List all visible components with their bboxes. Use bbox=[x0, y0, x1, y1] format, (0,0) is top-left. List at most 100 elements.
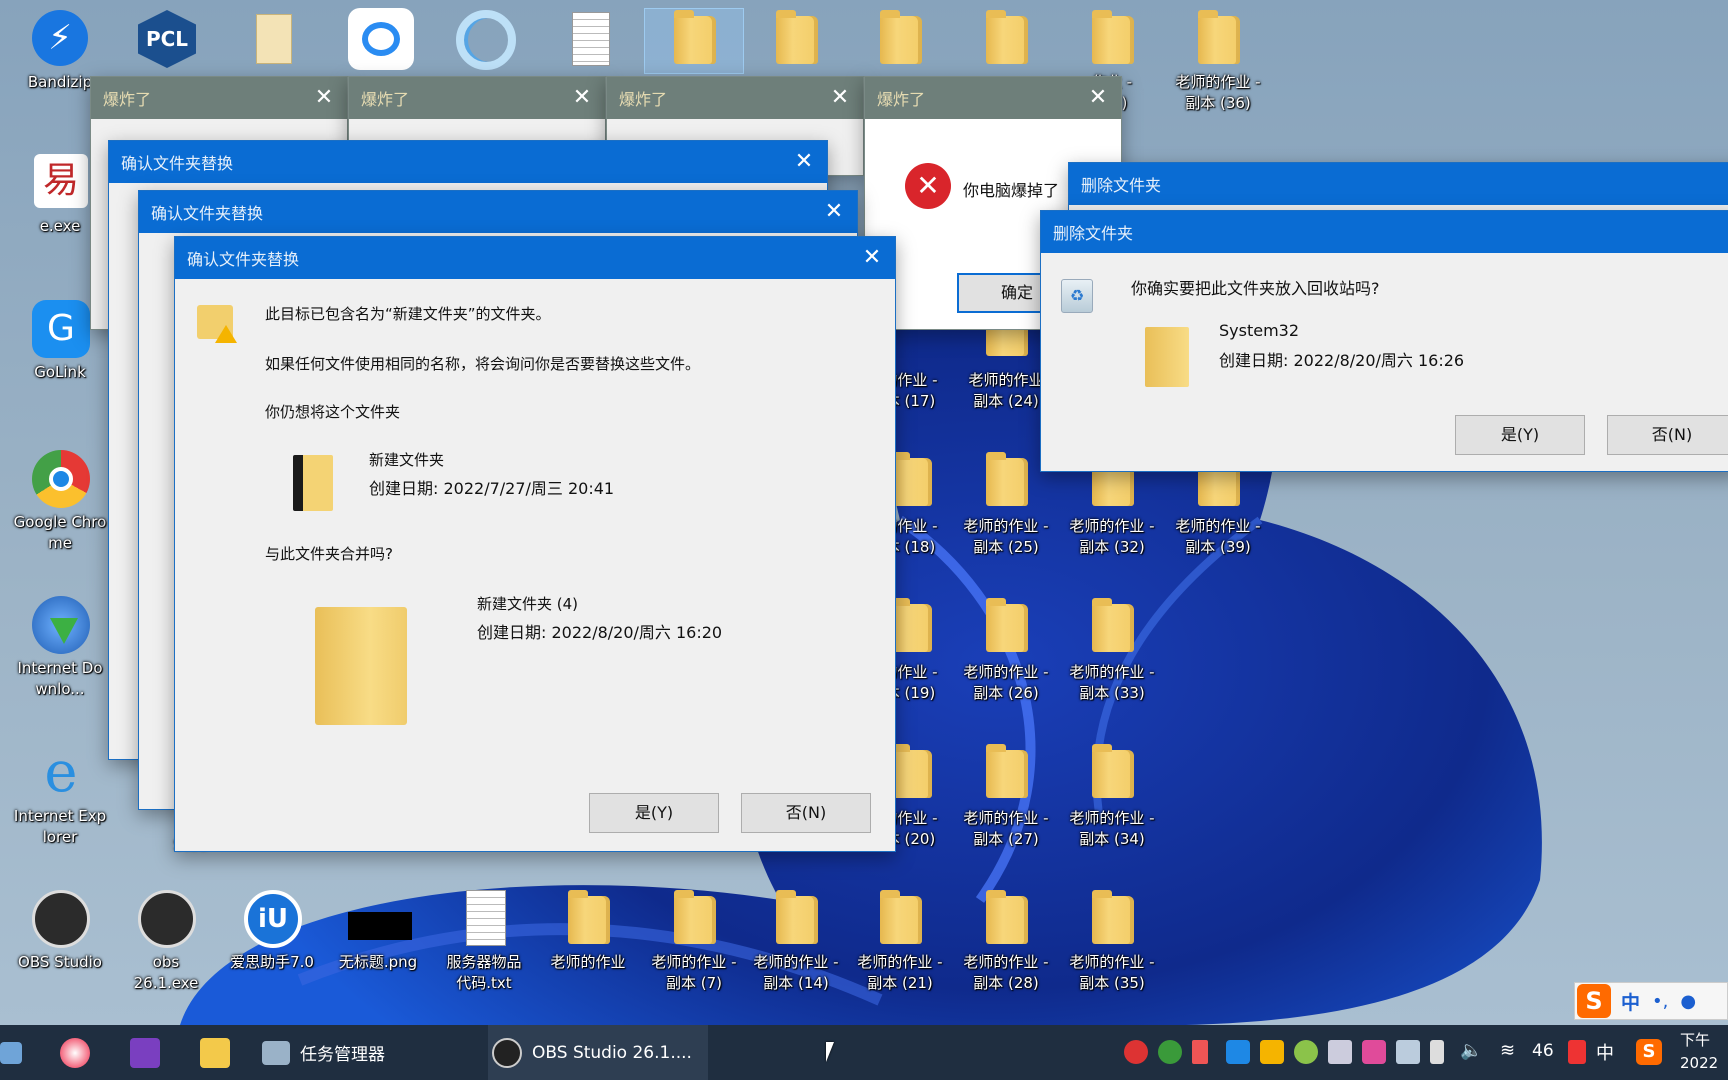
folder-icon bbox=[880, 10, 922, 64]
desktop-icon-baidu-netdisk[interactable] bbox=[330, 8, 426, 72]
close-icon[interactable]: ✕ bbox=[569, 85, 595, 111]
folder-icon bbox=[776, 890, 818, 944]
icon-label: 老师的作业 - 副本 (36) bbox=[1175, 73, 1261, 112]
window-title: 爆炸了 bbox=[103, 90, 152, 109]
icon-label: 老师的作业 - 副本 (27) bbox=[963, 809, 1049, 848]
desktop-icon-file[interactable] bbox=[224, 8, 320, 72]
tray-icon[interactable] bbox=[1124, 1040, 1148, 1064]
delete-folder-dialog[interactable]: 删除文件夹 ♻ 你确实要把此文件夹放入回收站吗? System32 创建日期: … bbox=[1040, 210, 1728, 472]
file-explorer-icon bbox=[200, 1037, 230, 1068]
source-folder-name: 新建文件夹 (4) bbox=[477, 595, 579, 613]
yes-button[interactable]: 是(Y) bbox=[589, 793, 719, 833]
obs-icon bbox=[492, 1037, 522, 1068]
taskbar: 任务管理器 OBS Studio 26.1.... 🔈 ≋ 46 中 S 下午 … bbox=[0, 1025, 1728, 1080]
desktop-folder[interactable] bbox=[646, 8, 742, 72]
png-file-icon bbox=[348, 912, 412, 940]
desktop-icon-chrome[interactable]: Google Chrome bbox=[12, 448, 108, 554]
close-icon[interactable]: ✕ bbox=[1085, 85, 1111, 111]
desktop-icon-pcl[interactable]: PCL bbox=[118, 8, 214, 72]
windows-start-icon bbox=[0, 1041, 22, 1064]
ime-indicator[interactable]: 中 bbox=[1596, 1039, 1614, 1065]
obs-icon bbox=[138, 890, 196, 948]
wifi-icon[interactable]: ≋ bbox=[1500, 1040, 1524, 1064]
desktop-folder[interactable] bbox=[852, 8, 948, 72]
sogou-tray-icon[interactable]: S bbox=[1636, 1039, 1662, 1065]
error-message: 你电脑爆掉了 bbox=[963, 181, 1060, 200]
desktop-icon-ring-app[interactable] bbox=[436, 8, 532, 72]
task-manager-icon bbox=[262, 1040, 290, 1065]
icon-label: 老师的作业 - 副本 (26) bbox=[963, 663, 1049, 702]
tray-icon[interactable] bbox=[1294, 1040, 1318, 1064]
ime-mode-label[interactable]: 中 bbox=[1621, 988, 1640, 1015]
desktop-icon-ie[interactable]: e Internet Explorer bbox=[12, 742, 108, 848]
source-folder-icon bbox=[315, 607, 407, 725]
taskbar-label: 任务管理器 bbox=[300, 1045, 385, 1065]
icon-label: 老师的作业 - 副本 (28) bbox=[963, 953, 1049, 992]
clock[interactable]: 下午 2022 bbox=[1680, 1029, 1728, 1075]
taskbar-file-explorer[interactable] bbox=[200, 1025, 240, 1080]
usb-icon[interactable] bbox=[1430, 1040, 1444, 1064]
tray-icon[interactable] bbox=[1362, 1040, 1386, 1064]
desktop-icon-txt[interactable]: 服务器物品 代码.txt bbox=[436, 888, 532, 994]
e-exe-icon: 易 bbox=[34, 154, 88, 208]
close-icon[interactable]: ✕ bbox=[859, 245, 885, 271]
desktop-folder[interactable]: 老师的作业 - 副本 (21) bbox=[852, 888, 948, 994]
desktop-folder[interactable]: 老师的作业 - 副本 (28) bbox=[958, 888, 1054, 994]
no-button[interactable]: 否(N) bbox=[1607, 415, 1728, 455]
desktop-icon-obs-exe[interactable]: obs 26.1.exe bbox=[118, 888, 214, 994]
start-button[interactable] bbox=[0, 1025, 30, 1080]
desktop-folder-33[interactable]: 老师的作业 - 副本 (33) bbox=[1064, 596, 1160, 704]
desktop-folder-26[interactable]: 老师的作业 - 副本 (26) bbox=[958, 596, 1054, 704]
desktop-folder[interactable]: 老师的作业 - 副本 (35) bbox=[1064, 888, 1160, 994]
close-icon[interactable]: ✕ bbox=[821, 199, 847, 225]
close-icon[interactable]: ✕ bbox=[311, 85, 337, 111]
network-icon[interactable] bbox=[1396, 1040, 1420, 1064]
taskbar-pinned-app[interactable] bbox=[60, 1025, 100, 1080]
idm-icon bbox=[32, 596, 90, 654]
desktop-icon-i4[interactable]: iU 爱思助手7.0 bbox=[224, 888, 320, 973]
desktop-folder[interactable]: 老师的作业 - 副本 (7) bbox=[646, 888, 742, 994]
tray-icon[interactable] bbox=[1328, 1040, 1352, 1064]
desktop-folder[interactable]: 老师的作业 bbox=[540, 888, 636, 973]
yes-button[interactable]: 是(Y) bbox=[1455, 415, 1585, 455]
delete-folder-date: 创建日期: 2022/8/20/周六 16:26 bbox=[1219, 351, 1465, 370]
window-title: 爆炸了 bbox=[361, 90, 410, 109]
desktop-icon-png[interactable]: 无标题.png bbox=[330, 888, 426, 973]
window-title: 确认文件夹替换 bbox=[121, 154, 234, 173]
ime-punct-label[interactable]: •, bbox=[1652, 991, 1668, 1012]
close-icon[interactable]: ✕ bbox=[827, 85, 853, 111]
close-icon[interactable]: ✕ bbox=[791, 149, 817, 175]
icon-label: 老师的作业 - 副本 (32) bbox=[1069, 517, 1155, 556]
desktop-folder-34[interactable]: 老师的作业 - 副本 (34) bbox=[1064, 742, 1160, 850]
desktop-folder-36[interactable]: 老师的作业 - 副本 (36) bbox=[1170, 8, 1266, 114]
microphone-icon[interactable]: ● bbox=[1680, 991, 1696, 1012]
tray-icon[interactable] bbox=[1568, 1040, 1586, 1064]
taskbar-obs[interactable]: OBS Studio 26.1.... bbox=[488, 1025, 708, 1080]
volume-icon[interactable]: 🔈 bbox=[1460, 1040, 1484, 1064]
clock-time: 下午 bbox=[1680, 1031, 1711, 1049]
tray-icon[interactable] bbox=[1226, 1040, 1250, 1064]
i4-icon: iU bbox=[244, 890, 302, 948]
icon-label: 老师的作业 - 副本 (35) bbox=[1069, 953, 1155, 992]
desktop-icon-text-file[interactable] bbox=[540, 8, 636, 72]
bandizip-icon: ⚡ bbox=[32, 10, 88, 66]
desktop-folder[interactable] bbox=[958, 8, 1054, 72]
folder-icon bbox=[986, 890, 1028, 944]
ime-toolbar[interactable]: S 中 •, ● bbox=[1574, 982, 1728, 1020]
mouse-cursor-icon bbox=[826, 1042, 834, 1062]
tray-icon[interactable] bbox=[1158, 1040, 1182, 1064]
desktop-icon-obs-studio[interactable]: OBS Studio bbox=[12, 888, 108, 973]
tray-icon[interactable] bbox=[1192, 1040, 1208, 1064]
taskbar-pinned-app[interactable] bbox=[130, 1025, 170, 1080]
desktop-folder[interactable] bbox=[748, 8, 844, 72]
folder-icon bbox=[1092, 10, 1134, 64]
app-icon bbox=[60, 1037, 90, 1068]
confirm-folder-replace-dialog[interactable]: 确认文件夹替换 ✕ 此目标已包含名为“新建文件夹”的文件夹。 如果任何文件使用相同… bbox=[174, 236, 896, 852]
no-button[interactable]: 否(N) bbox=[741, 793, 871, 833]
message-line-1: 此目标已包含名为“新建文件夹”的文件夹。 bbox=[265, 305, 551, 323]
desktop-folder-27[interactable]: 老师的作业 - 副本 (27) bbox=[958, 742, 1054, 850]
desktop-icon-idm[interactable]: Internet Downlo... bbox=[12, 594, 108, 700]
shield-icon[interactable] bbox=[1260, 1040, 1284, 1064]
desktop-folder[interactable]: 老师的作业 - 副本 (14) bbox=[748, 888, 844, 994]
taskbar-task-manager[interactable]: 任务管理器 bbox=[262, 1025, 482, 1080]
